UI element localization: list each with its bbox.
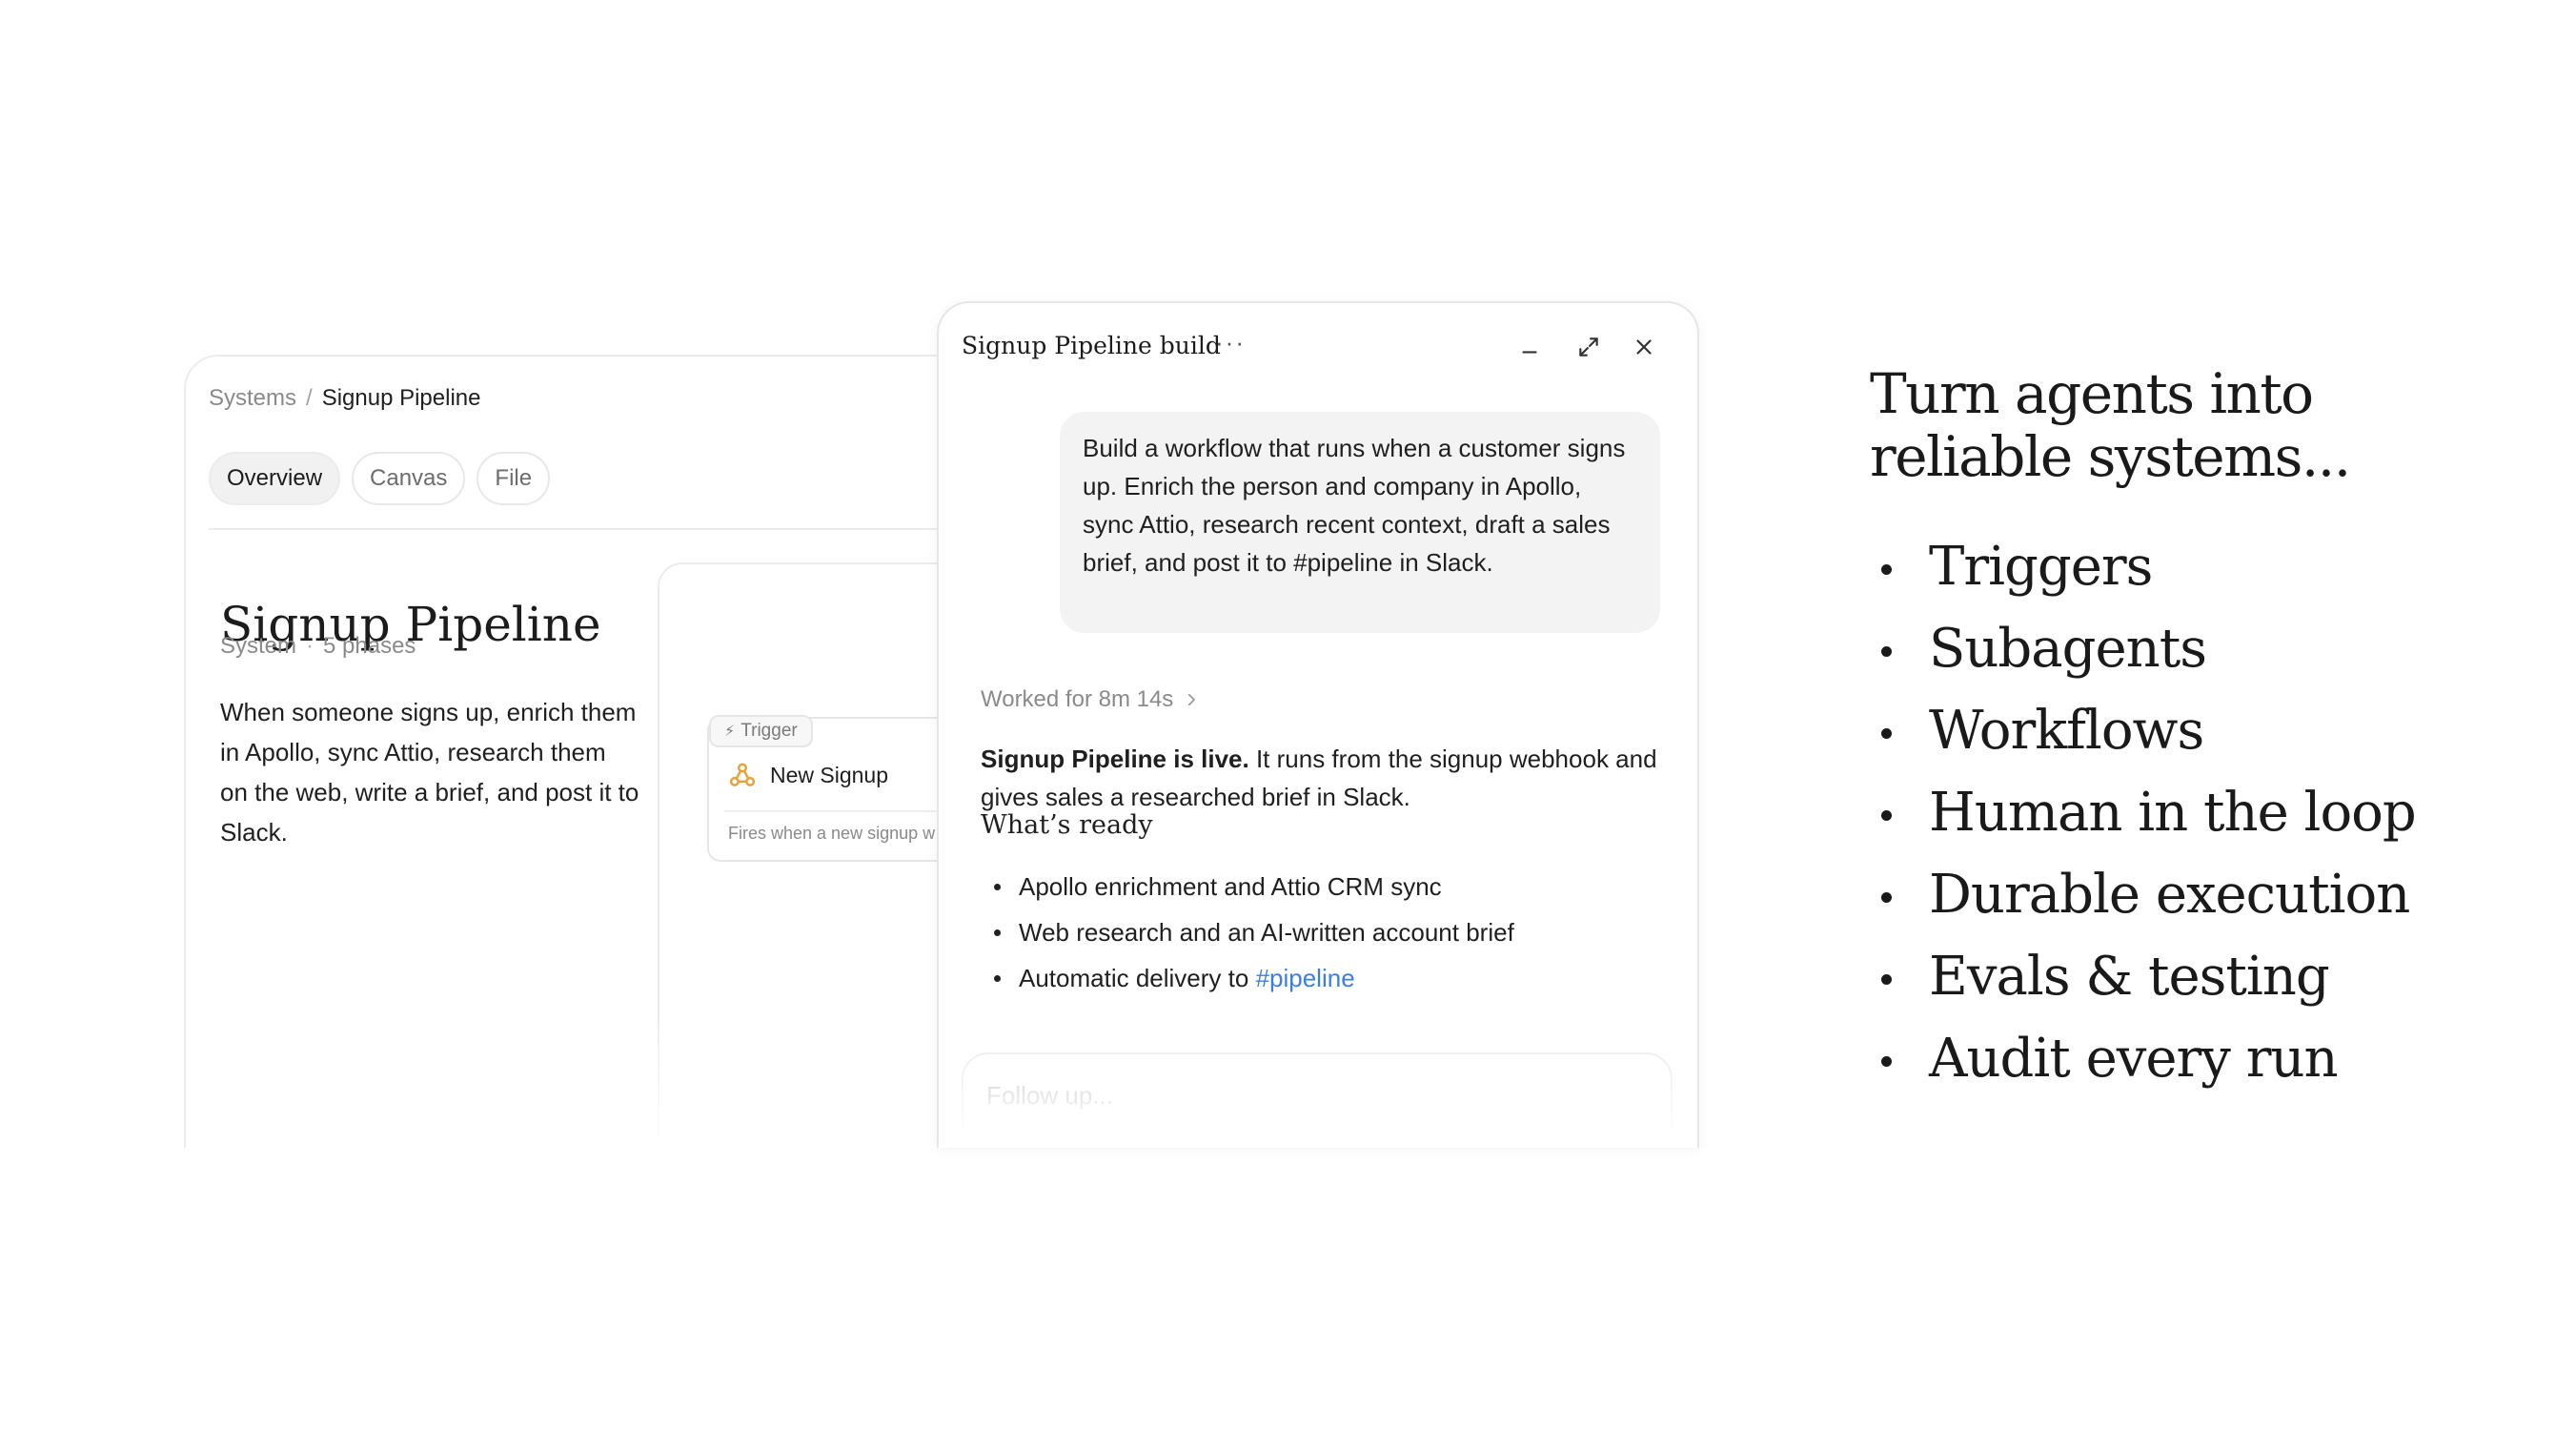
chat-panel: Signup Pipeline build ··· Build a workfl… (937, 301, 1699, 1148)
list-item: Apollo enrichment and Attio CRM sync (981, 864, 1514, 909)
chevron-right-icon (1188, 693, 1196, 706)
feature-item-evals-testing: Evals & testing (1870, 936, 2416, 1018)
node-title: New Signup (728, 761, 888, 789)
feature-list: Triggers Subagents Workflows Human in th… (1870, 526, 2417, 1100)
phase-count: 5 phases (323, 633, 416, 659)
system-kind: System (220, 633, 297, 659)
ready-list: Apollo enrichment and Attio CRM sync Web… (981, 864, 1514, 1001)
trigger-tag: ⚡ Trigger (709, 715, 813, 747)
system-meta: System · 5 phases (220, 633, 416, 660)
feature-item-workflows: Workflows (1870, 690, 2416, 772)
expand-icon (1579, 337, 1598, 357)
close-icon (1636, 339, 1652, 355)
feature-item-subagents: Subagents (1870, 608, 2416, 690)
chat-title: Signup Pipeline build (962, 332, 1221, 359)
pipeline-channel-link[interactable]: #pipeline (1256, 964, 1355, 992)
system-description: When someone signs up, enrich them in Ap… (220, 698, 639, 847)
list-item: Automatic delivery to #pipeline (981, 955, 1514, 1001)
feature-item-triggers: Triggers (1870, 526, 2416, 608)
breadcrumb: Systems / Signup Pipeline (209, 385, 480, 412)
followup-composer (962, 1052, 1673, 1148)
tab-divider (209, 528, 1024, 530)
more-options-button[interactable]: ··· (1215, 328, 1246, 357)
ready-heading: What’s ready (981, 810, 1153, 840)
hero-heading-line-1: Turn agents into (1870, 361, 2314, 426)
minimize-icon (1522, 351, 1537, 354)
webhook-icon (729, 763, 756, 786)
assistant-response: Signup Pipeline is live. It runs from th… (981, 740, 1667, 816)
tab-overview[interactable]: Overview (209, 452, 341, 505)
maximize-button[interactable] (1572, 330, 1606, 364)
worked-for-toggle[interactable]: Worked for 8m 14s (981, 686, 1200, 713)
lightning-icon: ⚡ (724, 724, 736, 740)
breadcrumb-systems-link[interactable]: Systems (209, 385, 296, 411)
hero-heading: Turn agents into reliable systems... (1870, 362, 2537, 488)
list-item-text: Apollo enrichment and Attio CRM sync (1019, 872, 1442, 901)
worked-for-label: Worked for 8m 14s (981, 686, 1174, 712)
node-caption: Fires when a new signup w (728, 824, 936, 843)
breadcrumb-separator: / (306, 385, 313, 411)
node-title-label: New Signup (770, 762, 889, 787)
feature-item-human-in-the-loop: Human in the loop (1870, 772, 2417, 854)
list-item-text: Automatic delivery to (1019, 964, 1256, 992)
feature-item-audit-every-run: Audit every run (1870, 1018, 2416, 1100)
feature-item-durable-execution: Durable execution (1870, 854, 2416, 936)
user-message: Build a workflow that runs when a custom… (1060, 412, 1660, 633)
minimize-button[interactable] (1512, 330, 1547, 364)
response-lead: Signup Pipeline is live. (981, 745, 1249, 773)
trigger-tag-label: Trigger (740, 721, 798, 741)
hero-heading-line-2: reliable systems... (1870, 424, 2351, 489)
followup-input[interactable] (984, 1075, 1560, 1115)
list-item-text: Web research and an AI-written account b… (1019, 918, 1514, 947)
system-panel: Systems / Signup Pipeline Overview Canvas … (184, 355, 1026, 1148)
close-button[interactable] (1627, 330, 1661, 364)
tab-file[interactable]: File (477, 452, 551, 505)
tab-canvas[interactable]: Canvas (352, 452, 466, 505)
breadcrumb-current: Signup Pipeline (321, 385, 481, 411)
list-item: Web research and an AI-written account b… (981, 909, 1514, 955)
meta-dot: · (306, 633, 314, 659)
tab-bar: Overview Canvas File (209, 452, 551, 505)
